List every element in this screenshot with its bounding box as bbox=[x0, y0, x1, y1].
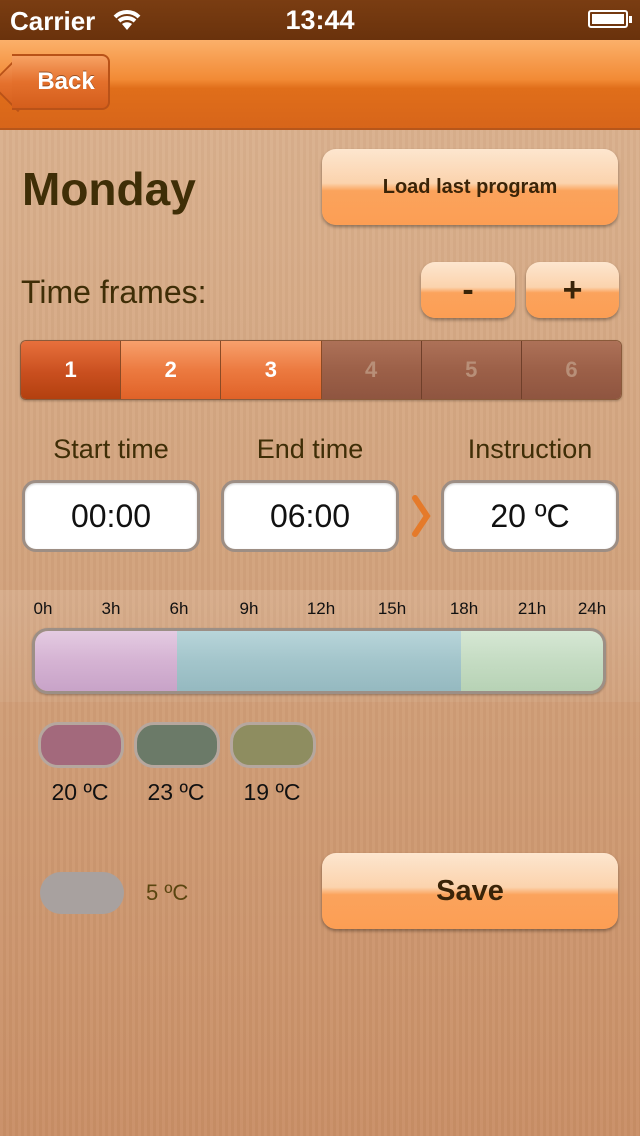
end-time-field[interactable]: 06:00 bbox=[221, 480, 399, 552]
timeline-segment[interactable] bbox=[35, 631, 177, 691]
load-last-program-button[interactable]: Load last program bbox=[322, 149, 618, 225]
frame-tab-label: 2 bbox=[164, 357, 177, 382]
legend-label: 20 ºC bbox=[51, 779, 109, 805]
timeline-tick: 6h bbox=[169, 599, 189, 618]
instruction-label: Instruction bbox=[467, 434, 593, 464]
back-button[interactable]: Back bbox=[12, 54, 110, 110]
end-time-label: End time bbox=[256, 434, 364, 464]
save-button-label: Save bbox=[436, 874, 504, 907]
timeline-tick: 0h bbox=[33, 599, 53, 618]
battery-icon bbox=[588, 10, 632, 28]
plus-icon: + bbox=[562, 270, 583, 309]
off-temperature-label: 5 ºC bbox=[146, 880, 189, 905]
day-timeline-bar[interactable] bbox=[32, 628, 606, 694]
legend-swatch[interactable] bbox=[38, 722, 124, 768]
navigation-bar: Back bbox=[0, 40, 640, 130]
timeline-tick: 9h bbox=[239, 599, 259, 618]
frame-tab-label: 4 bbox=[364, 357, 378, 382]
back-button-label: Back bbox=[37, 68, 95, 95]
legend-label: 19 ºC bbox=[243, 779, 301, 805]
frame-tab[interactable]: 3 bbox=[221, 341, 322, 399]
timeline-tick: 24h bbox=[577, 599, 607, 618]
clock: 13:44 bbox=[285, 5, 355, 35]
time-frames-label: Time frames: bbox=[21, 274, 207, 310]
chevron-right-icon bbox=[412, 495, 431, 537]
page-title: Monday bbox=[22, 163, 196, 215]
status-bar: Carrier 13:44 bbox=[0, 0, 640, 40]
timeline-tick: 15h bbox=[377, 599, 407, 618]
frame-tab[interactable]: 1 bbox=[21, 341, 122, 399]
frame-tab-label: 3 bbox=[264, 357, 278, 382]
remove-frame-button[interactable]: - bbox=[421, 262, 515, 318]
legend-label: 23 ºC bbox=[147, 779, 205, 805]
frame-tab-label: 5 bbox=[465, 357, 478, 382]
frame-tab[interactable]: 6 bbox=[521, 341, 621, 399]
start-time-field[interactable]: 00:00 bbox=[22, 480, 200, 552]
timeline-tick: 3h bbox=[101, 599, 121, 618]
frame-tab[interactable]: 4 bbox=[321, 341, 422, 399]
timeline-segment[interactable] bbox=[177, 631, 461, 691]
time-frame-selector: 1 2 3 4 5 6 bbox=[20, 340, 622, 400]
legend-swatch[interactable] bbox=[134, 722, 220, 768]
frame-tab-label: 6 bbox=[565, 357, 578, 382]
frame-tab[interactable]: 2 bbox=[121, 341, 222, 399]
add-frame-button[interactable]: + bbox=[526, 262, 619, 318]
off-temperature-swatch[interactable] bbox=[40, 872, 124, 914]
load-button-label: Load last program bbox=[382, 175, 558, 198]
end-time-value: 06:00 bbox=[269, 497, 351, 534]
minus-icon: - bbox=[462, 270, 474, 309]
frame-tab[interactable]: 5 bbox=[421, 341, 522, 399]
legend-swatch[interactable] bbox=[230, 722, 316, 768]
timeline-segment[interactable] bbox=[461, 631, 603, 691]
timeline-tick: 21h bbox=[517, 599, 547, 618]
frame-tab-label: 1 bbox=[64, 357, 77, 382]
instruction-field[interactable]: 20 ºC bbox=[441, 480, 619, 552]
start-time-label: Start time bbox=[53, 434, 169, 464]
timeline-tick: 18h bbox=[449, 599, 479, 618]
instruction-value: 20 ºC bbox=[490, 497, 570, 534]
timeline-tick: 12h bbox=[306, 599, 336, 618]
start-time-value: 00:00 bbox=[70, 497, 152, 534]
save-button[interactable]: Save bbox=[322, 853, 618, 929]
